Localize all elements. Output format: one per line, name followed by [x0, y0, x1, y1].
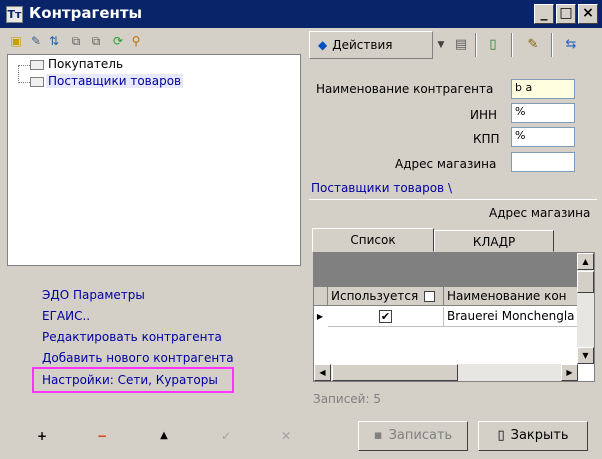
add-button[interactable]: + — [24, 422, 60, 450]
tree-item-buyer[interactable]: Покупатель — [46, 57, 125, 71]
move-up-button[interactable]: ▲ — [146, 422, 182, 450]
close-label: Закрыть — [510, 428, 569, 443]
horizontal-scrollbar[interactable]: ◀ ▶ — [314, 364, 578, 381]
header-checkbox[interactable] — [424, 291, 436, 302]
save-label: Записать — [388, 428, 453, 443]
maximize-button[interactable]: □ — [556, 4, 576, 24]
actions-label: Действия — [332, 38, 393, 52]
title-bar[interactable]: Tт Контрагенты _ □ × — [0, 0, 602, 28]
minimize-button[interactable]: _ — [534, 4, 554, 24]
toolbar-separator — [475, 33, 477, 57]
inn-label: ИНН — [470, 108, 498, 122]
tree-edit-toolbar: + − ▲ ✓ ✕ — [12, 422, 302, 450]
name-label: Наименование контрагента — [316, 82, 494, 96]
remove-button[interactable]: − — [84, 422, 120, 450]
used-cell[interactable]: ✔ — [328, 307, 444, 327]
add-contractor-link[interactable]: Добавить нового контрагента — [42, 351, 234, 365]
tab-kladr[interactable]: КЛАДР — [434, 230, 554, 252]
paste-icon[interactable]: ⧉ — [88, 33, 104, 49]
group-path: Поставщики товаров \ — [311, 181, 452, 195]
records-count: Записей: 5 — [313, 392, 381, 406]
dropdown-arrow-icon[interactable]: ▼ — [431, 35, 451, 55]
edo-params-link[interactable]: ЭДО Параметры — [42, 288, 145, 302]
tree-connector — [18, 82, 30, 83]
print-icon[interactable]: ▤ — [451, 35, 471, 55]
refresh-icon[interactable]: ⟳ — [110, 33, 126, 49]
grid-header: Используется Наименование кон — [314, 287, 578, 306]
scroll-up-icon[interactable]: ▲ — [577, 253, 594, 270]
column-header-name[interactable]: Наименование кон — [444, 287, 578, 306]
egais-link[interactable]: ЕГАИС.. — [42, 309, 90, 323]
tree-item-suppliers[interactable]: Поставщики товаров — [46, 74, 184, 88]
tree-connector — [18, 65, 30, 66]
name-input[interactable]: b a — [511, 79, 575, 99]
scroll-down-icon[interactable]: ▼ — [577, 347, 594, 364]
scroll-right-icon[interactable]: ▶ — [561, 364, 578, 381]
close-window-button[interactable]: × — [578, 4, 598, 24]
address-label: Адрес магазина — [395, 157, 497, 171]
save-button[interactable]: ▪ Записать — [358, 421, 468, 451]
highlight-frame — [32, 367, 234, 393]
main-toolbar: ◆ Действия ▼ ▤ ▯ ✎ ⇆ — [307, 31, 597, 61]
confirm-button[interactable]: ✓ — [208, 422, 244, 450]
transfer-icon[interactable]: ⇆ — [561, 35, 581, 55]
edit-contractor-link[interactable]: Редактировать контрагента — [42, 330, 222, 344]
address-column-label: Адрес магазина — [489, 206, 591, 220]
edit-document-icon[interactable]: ✎ — [523, 35, 543, 55]
tab-list[interactable]: Список — [312, 228, 434, 252]
name-cell[interactable]: Brauerei Monchengla — [444, 307, 578, 327]
divider — [309, 199, 597, 200]
move-icon[interactable]: ⇅ — [46, 33, 62, 49]
folder-icon — [30, 60, 44, 70]
column-header-used[interactable]: Используется — [328, 287, 444, 306]
table-row[interactable]: ▶ ✔ Brauerei Monchengla — [314, 307, 578, 327]
contractor-grid[interactable]: Используется Наименование кон ▶ ✔ Brauer… — [313, 252, 595, 382]
grid-group-panel — [314, 253, 578, 287]
kpp-input[interactable]: % — [511, 127, 575, 147]
horizontal-scroll-thumb[interactable] — [332, 364, 458, 381]
save-icon: ▪ — [373, 428, 383, 443]
folder-icon — [30, 77, 44, 87]
toolbar-separator — [511, 33, 513, 57]
new-document-icon[interactable]: ▯ — [483, 35, 503, 55]
scroll-left-icon[interactable]: ◀ — [314, 364, 331, 381]
window-title: Контрагенты — [29, 4, 143, 22]
actions-button[interactable]: ◆ Действия — [309, 31, 433, 59]
kpp-label: КПП — [473, 132, 500, 146]
window: Tт Контрагенты _ □ × ▣ ✎ ⇅ ⧉ ⧉ ⟳ ⚲ Покуп… — [0, 0, 602, 459]
row-pointer-icon: ▶ — [316, 312, 324, 321]
copy-icon[interactable]: ⧉ — [68, 33, 84, 49]
address-input[interactable] — [511, 152, 575, 172]
edit-icon[interactable]: ✎ — [28, 33, 44, 49]
cancel-button[interactable]: ✕ — [268, 422, 304, 450]
vertical-scroll-thumb[interactable] — [577, 271, 594, 293]
new-folder-icon[interactable]: ▣ — [8, 33, 24, 49]
group-tree[interactable]: Покупатель Поставщики товаров — [7, 54, 301, 266]
inn-input[interactable]: % — [511, 103, 575, 123]
app-icon: Tт — [6, 6, 23, 23]
close-button[interactable]: ▯ Закрыть — [478, 421, 588, 451]
search-icon[interactable]: ⚲ — [128, 33, 144, 49]
exit-icon: ▯ — [497, 428, 505, 443]
actions-icon: ◆ — [318, 38, 328, 52]
vertical-scrollbar[interactable]: ▲ ▼ — [577, 253, 594, 364]
toolbar-separator — [551, 33, 553, 57]
tree-connector — [18, 65, 19, 83]
used-checkbox[interactable]: ✔ — [379, 310, 392, 323]
column-header-used-label: Используется — [331, 289, 419, 303]
row-indicator-header — [314, 287, 328, 306]
